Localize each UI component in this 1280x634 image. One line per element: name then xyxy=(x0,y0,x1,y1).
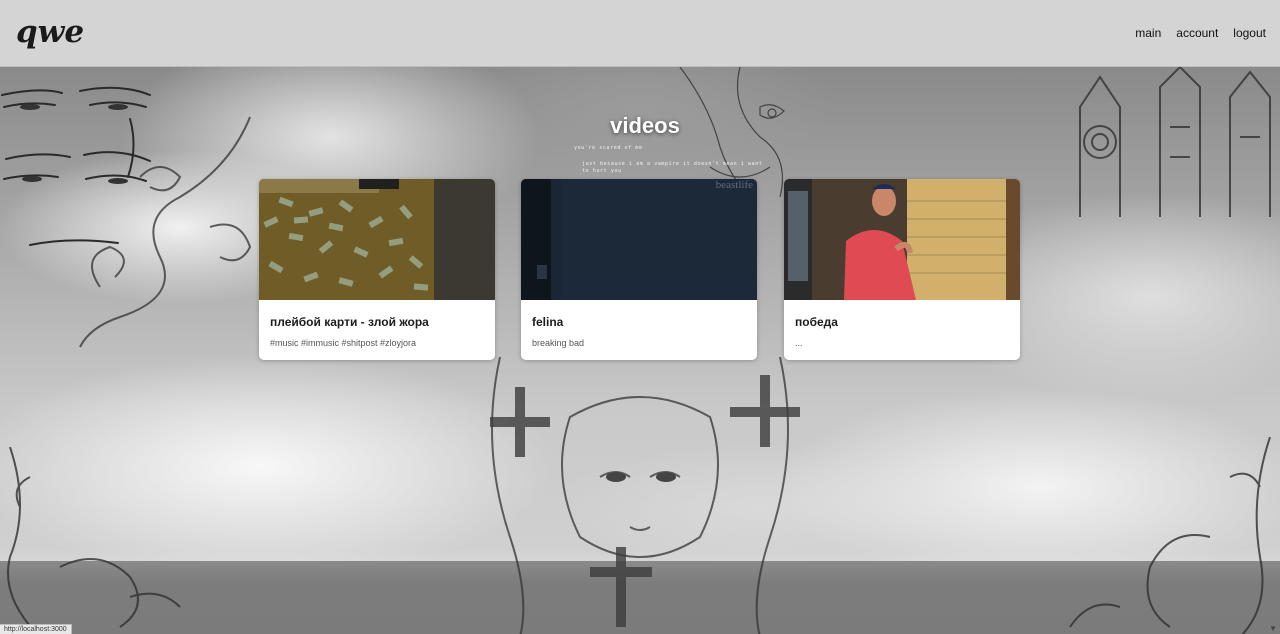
scroll-down-icon[interactable]: ▼ xyxy=(1269,624,1277,633)
nav-link-account[interactable]: account xyxy=(1176,26,1218,40)
video-thumbnail[interactable]: beastlife xyxy=(521,179,757,300)
gothic-cathedral-sketch xyxy=(1079,67,1271,217)
browser-status-url: http://localhost:3000 xyxy=(0,624,72,634)
video-tags: breaking bad xyxy=(532,338,585,348)
tagline-line-3: to hurt you xyxy=(582,168,622,174)
page-title: videos xyxy=(610,113,680,138)
ornament-left xyxy=(79,116,252,348)
nav-link-main[interactable]: main xyxy=(1135,26,1161,40)
nav-link-logout[interactable]: logout xyxy=(1233,26,1266,40)
video-tags: #music #immusic #shitpost #zloyjora xyxy=(270,338,417,348)
tagline-line-1: you're scared of me xyxy=(574,145,643,151)
money-on-floor-image xyxy=(259,179,495,300)
video-thumbnail[interactable] xyxy=(259,179,495,300)
video-card[interactable]: победа ... xyxy=(784,179,1020,360)
video-title[interactable]: плейбой карти - злой жора xyxy=(270,315,429,329)
video-card[interactable]: плейбой карти - злой жора #music #immusi… xyxy=(259,179,495,360)
anime-eyes-sketch xyxy=(1,86,151,246)
site-logo[interactable]: qwe xyxy=(16,14,84,50)
nav-links: main account logout xyxy=(1120,26,1266,40)
video-thumbnail[interactable] xyxy=(784,179,1020,300)
background-ground xyxy=(0,561,1280,634)
video-title[interactable]: победа xyxy=(795,315,838,329)
video-title[interactable]: felina xyxy=(532,315,563,329)
dark-room-image xyxy=(521,179,757,300)
video-card[interactable]: beastlife felina breaking bad xyxy=(521,179,757,360)
tagline-line-2: just because i am a vampire it doesn't m… xyxy=(582,161,763,167)
video-watermark: beastlife xyxy=(715,179,753,191)
man-red-shirt-image xyxy=(784,179,1020,300)
video-tags: ... xyxy=(795,338,803,348)
top-navbar: qwe main account logout xyxy=(0,0,1280,67)
